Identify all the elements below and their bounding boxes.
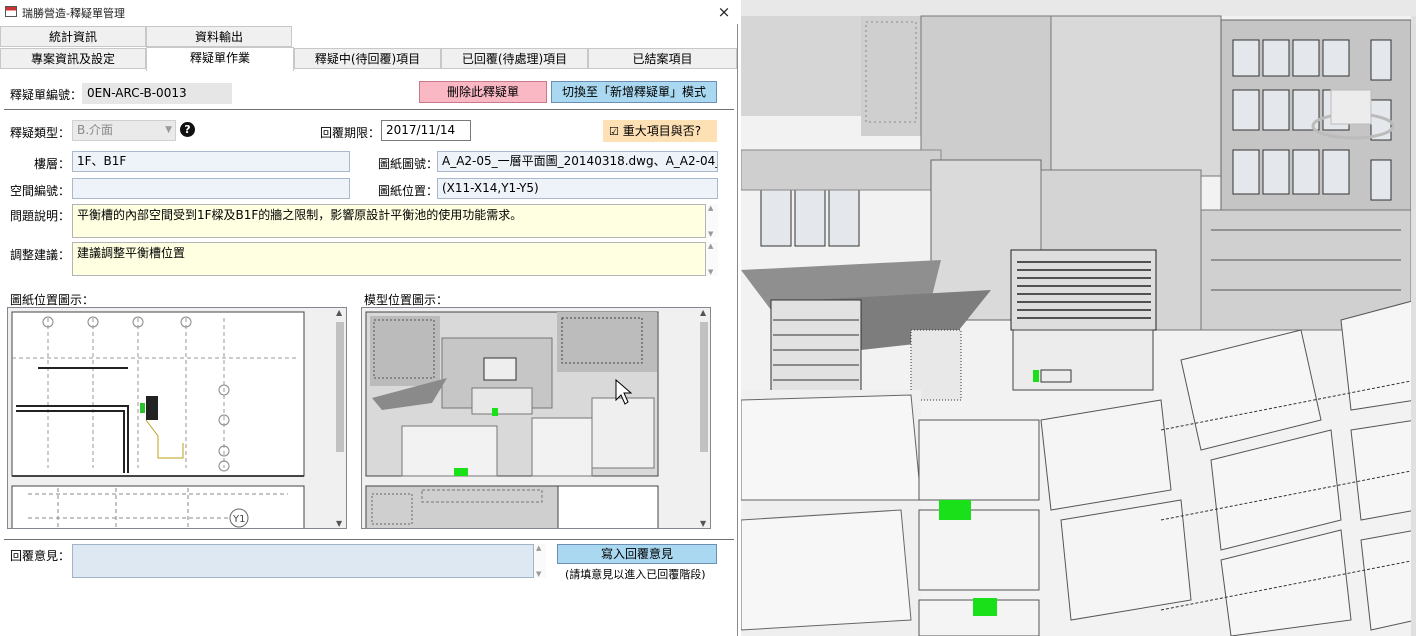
rfi-management-window: 瑞勝營造-釋疑單管理 × 統計資訊 資料輸出 專案資訊及設定 釋疑單作業 釋疑中… xyxy=(0,0,738,636)
section-divider xyxy=(4,109,734,110)
scroll-up-icon[interactable]: ▲ xyxy=(700,308,706,317)
space-no-label: 空間編號： xyxy=(10,184,71,198)
drawing-pos-field[interactable]: (X11-X14,Y1-Y5) xyxy=(437,178,718,199)
reply-textarea[interactable] xyxy=(72,544,534,578)
rfi-no-field: 0EN-ARC-B-0013 xyxy=(82,83,232,104)
floor-label: 樓層： xyxy=(34,157,71,171)
due-date-label: 回覆期限： xyxy=(320,126,381,140)
model-scrollbar[interactable]: ▲ ▼ xyxy=(698,308,710,528)
drawing-image-panel[interactable]: Y1 ▲ ▼ xyxy=(7,307,347,529)
scroll-up-icon[interactable]: ▲ xyxy=(336,308,342,317)
window-title: 瑞勝營造-釋疑單管理 xyxy=(22,7,125,20)
write-reply-button[interactable]: 寫入回覆意見 xyxy=(557,544,717,564)
tab-closed[interactable]: 已結案項目 xyxy=(588,48,737,69)
scrollbar-thumb[interactable] xyxy=(700,322,708,452)
space-no-field[interactable] xyxy=(72,178,350,199)
major-item-label: 重大項目與否? xyxy=(622,124,702,138)
title-bar: 瑞勝營造-釋疑單管理 × xyxy=(0,0,738,24)
scroll-down-icon[interactable]: ▼ xyxy=(708,268,713,276)
type-select[interactable]: B.介面 ▼ xyxy=(72,120,176,141)
major-item-checkbox[interactable]: ☑ 重大項目與否? xyxy=(603,120,717,142)
tab-pending-reply[interactable]: 釋疑中(待回覆)項目 xyxy=(294,48,441,69)
scroll-down-icon[interactable]: ▼ xyxy=(708,230,713,238)
drawing-scrollbar[interactable]: ▲ ▼ xyxy=(334,308,346,528)
tab-data-export[interactable]: 資料輸出 xyxy=(146,26,292,47)
chevron-down-icon: ▼ xyxy=(165,125,172,135)
scroll-down-icon[interactable]: ▼ xyxy=(536,570,541,578)
issue-textarea[interactable]: 平衡槽的內部空間受到1F樑及B1F的牆之限制，影響原設計平衡池的使用功能需求。 xyxy=(72,204,706,238)
switch-new-mode-button[interactable]: 切換至「新增釋疑單」模式 xyxy=(551,81,717,103)
scrollbar-thumb[interactable] xyxy=(336,322,344,452)
tab-statistics[interactable]: 統計資訊 xyxy=(0,26,146,47)
suggestion-scrollbar[interactable]: ▲ ▼ xyxy=(706,242,718,276)
issue-label: 問題說明： xyxy=(10,209,71,223)
drawing-snapshot: Y1 xyxy=(11,311,305,528)
model-image-panel[interactable]: ▲ ▼ xyxy=(361,307,711,529)
rfi-no-label: 釋疑單編號： xyxy=(10,88,83,102)
drawing-pos-label: 圖紙位置： xyxy=(378,184,439,198)
tab-replied-pending[interactable]: 已回覆(待處理)項目 xyxy=(441,48,588,69)
model-view-label: 模型位置圖示： xyxy=(364,293,449,307)
app-icon xyxy=(5,6,17,17)
suggestion-label: 調整建議： xyxy=(10,248,71,262)
help-icon[interactable]: ? xyxy=(180,122,195,137)
close-icon[interactable]: × xyxy=(710,0,738,24)
delete-rfi-button[interactable]: 刪除此釋疑單 xyxy=(419,81,547,103)
reply-scrollbar[interactable]: ▲ ▼ xyxy=(534,544,546,578)
model-snapshot xyxy=(365,311,659,528)
scroll-down-icon[interactable]: ▼ xyxy=(700,519,706,528)
section-divider xyxy=(4,539,734,540)
bim-model-viewer[interactable] xyxy=(741,0,1416,636)
scroll-up-icon[interactable]: ▲ xyxy=(708,242,713,250)
scroll-up-icon[interactable]: ▲ xyxy=(708,204,713,212)
reply-label: 回覆意見： xyxy=(10,549,71,563)
issue-scrollbar[interactable]: ▲ ▼ xyxy=(706,204,718,238)
write-reply-hint: (請填意見以進入已回覆階段) xyxy=(565,568,706,581)
scroll-down-icon[interactable]: ▼ xyxy=(336,519,342,528)
floor-field[interactable]: 1F、B1F xyxy=(72,151,350,172)
drawing-no-field[interactable]: A_A2-05_一層平面圖_20140318.dwg、A_A2-04_地 xyxy=(437,151,718,172)
suggestion-textarea[interactable]: 建議調整平衡槽位置 xyxy=(72,242,706,276)
drawing-no-label: 圖紙圖號： xyxy=(378,157,439,171)
type-label: 釋疑類型： xyxy=(10,126,71,140)
tab-rfi-operations[interactable]: 釋疑單作業 xyxy=(146,47,294,71)
scroll-up-icon[interactable]: ▲ xyxy=(536,544,541,552)
type-select-value: B.介面 xyxy=(77,123,114,137)
drawing-view-label: 圖紙位置圖示： xyxy=(10,293,95,307)
checkbox-checked-icon: ☑ xyxy=(609,125,619,138)
due-date-field[interactable]: 2017/11/14 xyxy=(381,120,471,141)
tab-project-settings[interactable]: 專案資訊及設定 xyxy=(0,48,146,69)
grid-label-y1: Y1 xyxy=(232,514,245,525)
model-3d-view xyxy=(741,0,1416,636)
